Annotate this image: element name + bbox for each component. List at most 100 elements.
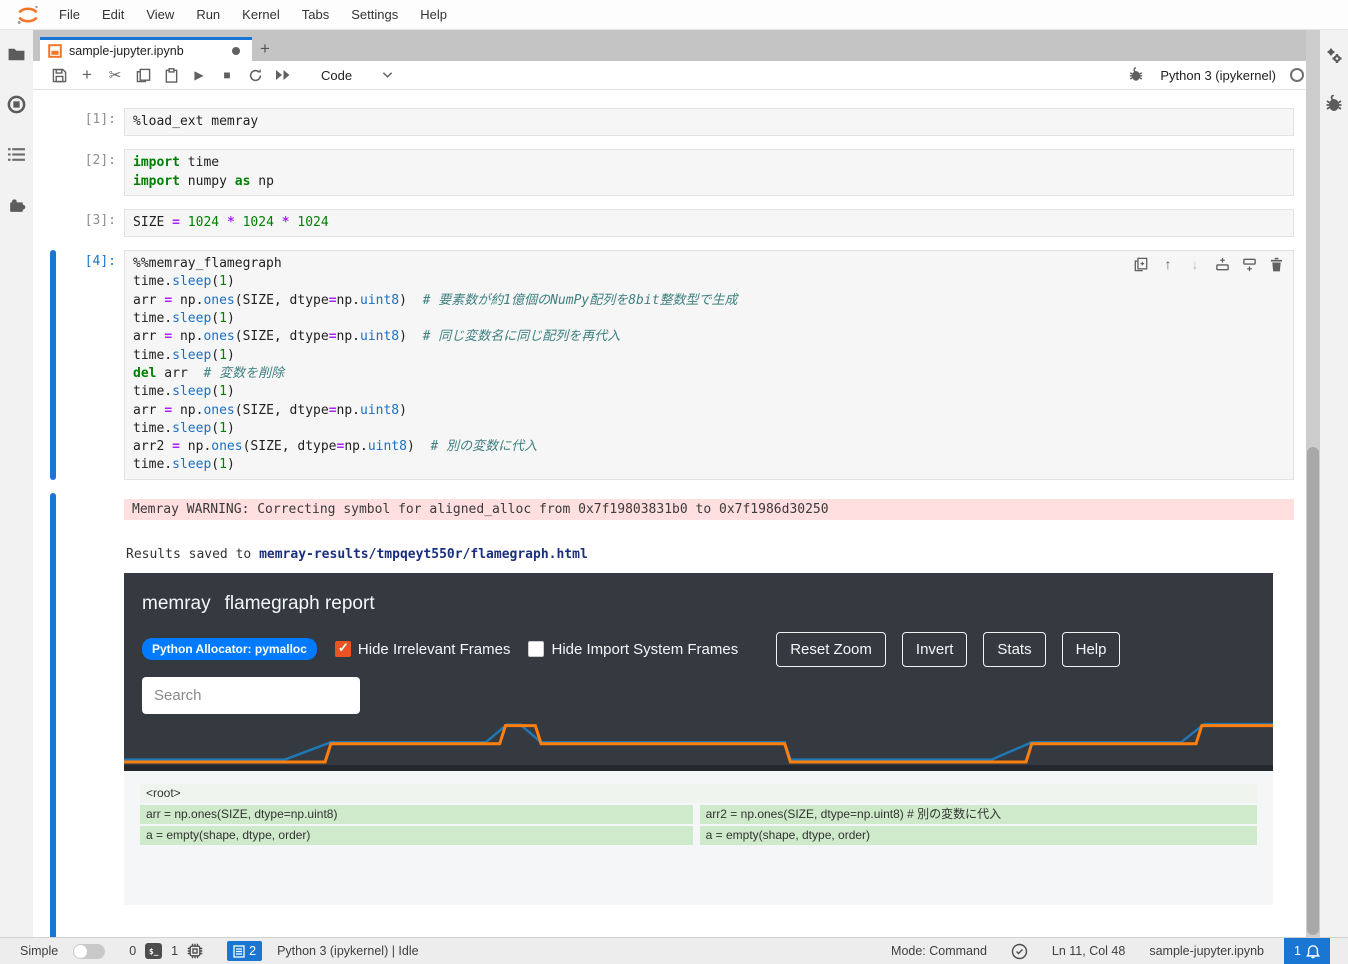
copy-cells-button[interactable] [131, 64, 155, 86]
flame-bar[interactable]: a = empty(shape, dtype, order) [699, 825, 1257, 845]
chevron-down-icon [382, 72, 393, 78]
notebook-file-icon [48, 43, 62, 58]
cell-collapser[interactable] [50, 209, 56, 237]
stats-button[interactable]: Stats [983, 631, 1046, 667]
extension-manager-icon[interactable] [7, 194, 27, 214]
paste-cells-button[interactable] [159, 64, 183, 86]
reset-zoom-button[interactable]: Reset Zoom [776, 631, 886, 667]
duplicate-cell-icon[interactable] [1132, 255, 1150, 273]
flame-bar[interactable]: arr = np.ones(SIZE, dtype=np.uint8) [140, 804, 693, 824]
notifications-count: 1 [1294, 944, 1301, 958]
execution-prompt: [2]: [84, 153, 116, 169]
insert-cell-above-icon[interactable] [1213, 255, 1231, 273]
memray-brand: memray [142, 592, 211, 614]
table-of-contents-icon[interactable] [7, 144, 27, 164]
flame-bar[interactable]: <root> [140, 783, 1257, 803]
tab-bar: sample-jupyter.ipynb + [33, 30, 1320, 61]
insert-cell-button[interactable]: + [75, 64, 99, 86]
flame-bar[interactable]: arr2 = np.ones(SIZE, dtype=np.uint8) # 別… [699, 804, 1257, 824]
checkbox-unchecked-icon[interactable] [528, 641, 545, 658]
flame-bar[interactable]: a = empty(shape, dtype, order) [140, 825, 693, 845]
checkbox-checked-icon[interactable] [334, 640, 351, 658]
menu-items: File Edit View Run Kernel Tabs Settings Help [48, 0, 458, 30]
trust-indicator-icon [1011, 943, 1028, 959]
menu-tabs[interactable]: Tabs [291, 0, 340, 30]
cell-editor[interactable]: SIZE = 1024 * 1024 * 1024 [124, 208, 1294, 238]
scrollbar-thumb[interactable] [1307, 447, 1319, 935]
search-input[interactable] [142, 676, 360, 714]
menu-help[interactable]: Help [409, 0, 458, 30]
notebook-toolbar: + ✂ ▶ ■ Code Python 3 (ipykernel) [33, 61, 1320, 90]
run-cell-button[interactable]: ▶ [187, 64, 211, 86]
bell-icon [1306, 944, 1320, 958]
code-cell-1: [1]: %load_ext memray [50, 108, 1294, 137]
statusbar-filename: sample-jupyter.ipynb [1149, 944, 1264, 958]
kernel-name-button[interactable]: Python 3 (ipykernel) [1160, 68, 1276, 83]
invert-button[interactable]: Invert [901, 631, 968, 667]
flamegraph-link[interactable]: memray-results/tmpqeyt550r/flamegraph.ht… [259, 547, 588, 562]
notifications-badge[interactable]: 1 [1284, 937, 1330, 964]
right-sidebar [1320, 30, 1348, 937]
restart-run-all-button[interactable] [271, 64, 295, 86]
new-tab-button[interactable]: + [252, 37, 278, 61]
move-cell-up-icon[interactable]: ↑ [1159, 255, 1177, 273]
menu-settings[interactable]: Settings [340, 0, 409, 30]
delete-cell-icon[interactable] [1267, 255, 1285, 273]
results-saved-line: Results saved to memray-results/tmpqeyt5… [126, 547, 1294, 562]
code-cell-2: [2]: import time import numpy as np [50, 149, 1294, 196]
mode-indicator: Mode: Command [891, 944, 987, 958]
move-cell-down-icon[interactable]: ↓ [1186, 255, 1204, 273]
notebook-content: [1]: %load_ext memray [2]: import time im… [33, 90, 1320, 937]
running-sessions-icon[interactable] [7, 94, 27, 114]
property-inspector-icon[interactable] [1324, 46, 1344, 66]
memory-usage-chart[interactable] [124, 715, 1273, 765]
cell-toolbar: ↑ ↓ [1132, 255, 1285, 273]
simple-mode-label: Simple [20, 944, 59, 958]
menu-edit[interactable]: Edit [91, 0, 135, 30]
cursor-position[interactable]: Ln 11, Col 48 [1052, 944, 1125, 958]
menu-view[interactable]: View [135, 0, 185, 30]
insert-cell-below-icon[interactable] [1240, 255, 1258, 273]
debugger-icon[interactable] [1324, 94, 1344, 114]
cell-type-select[interactable]: Code [313, 66, 401, 85]
menu-run[interactable]: Run [185, 0, 231, 30]
menu-kernel[interactable]: Kernel [231, 0, 291, 30]
main-dock-panel: sample-jupyter.ipynb + + ✂ ▶ ■ Code Pyth… [33, 30, 1320, 937]
code-cell-4: [4]: ↑ ↓ %%memray_flamegraph time.sleep(… [50, 250, 1294, 480]
restart-kernel-button[interactable] [243, 64, 267, 86]
cell-type-value: Code [321, 67, 353, 83]
active-cell-collapser[interactable] [50, 250, 56, 480]
execution-prompt: [4]: [84, 254, 116, 270]
toolbar-debugger-icon[interactable] [1124, 64, 1148, 86]
report-controls: Python Allocator: pymalloc Hide Irreleva… [142, 631, 1255, 667]
menu-file[interactable]: File [48, 0, 91, 30]
tab-sample-jupyter[interactable]: sample-jupyter.ipynb [40, 37, 252, 61]
checkbox-label: Hide Import System Frames [551, 640, 739, 658]
memray-report-frame: memray flamegraph report Python Allocato… [124, 572, 1273, 905]
cell-collapser[interactable] [50, 108, 56, 136]
chart-axis-band [124, 764, 1273, 771]
save-button[interactable] [47, 64, 71, 86]
interrupt-kernel-button[interactable]: ■ [215, 64, 239, 86]
notebook-tab-count-badge[interactable]: 2 [227, 941, 263, 961]
cell-editor[interactable]: import time import numpy as np [124, 149, 1294, 196]
report-header-panel: memray flamegraph report Python Allocato… [124, 572, 1273, 771]
menu-bar: File Edit View Run Kernel Tabs Settings Help [0, 0, 1348, 30]
running-sessions-status[interactable]: 0 $_ 1 [129, 943, 203, 959]
hide-irrelevant-frames-checkbox[interactable]: Hide Irrelevant Frames [334, 640, 511, 658]
kernel-status-icon[interactable] [1290, 68, 1304, 82]
hide-import-system-frames-checkbox[interactable]: Hide Import System Frames [528, 641, 738, 658]
cell-collapser[interactable] [50, 149, 56, 196]
cell-editor[interactable]: ↑ ↓ %%memray_flamegraph time.sleep(1) arr … [124, 250, 1294, 480]
checkbox-label: Hide Irrelevant Frames [357, 640, 511, 658]
cut-cells-button[interactable]: ✂ [103, 64, 127, 86]
kernel-status-text[interactable]: Python 3 (ipykernel) | Idle [277, 944, 419, 958]
report-title-text: flamegraph report [224, 592, 375, 614]
help-button[interactable]: Help [1061, 631, 1121, 667]
simple-mode-toggle[interactable] [73, 943, 106, 959]
cell-editor[interactable]: %load_ext memray [124, 108, 1294, 137]
file-browser-icon[interactable] [7, 44, 27, 64]
vertical-scrollbar[interactable] [1306, 30, 1320, 937]
report-title: memray flamegraph report [142, 593, 1255, 615]
left-sidebar [0, 30, 33, 937]
